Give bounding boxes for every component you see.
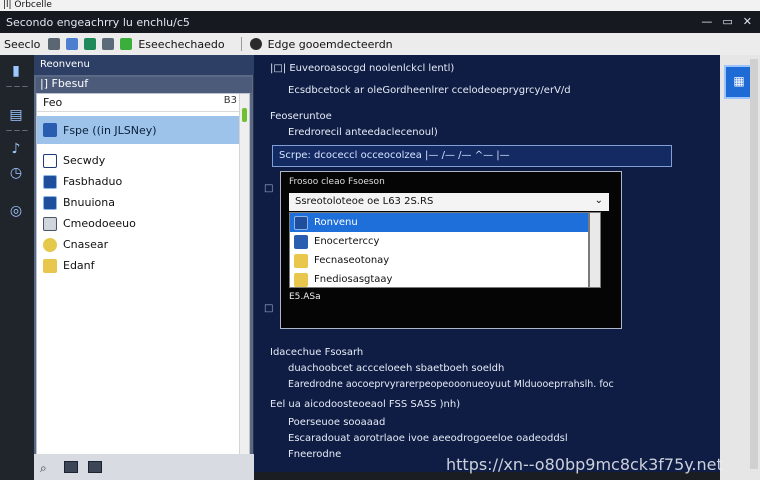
explorer-footer: ⌕: [34, 454, 254, 480]
rail-label-1: — — —: [6, 83, 28, 90]
rail-label-2: — — —: [6, 127, 28, 134]
globe-icon[interactable]: [84, 38, 97, 50]
files-icon[interactable]: ▮: [6, 63, 26, 81]
page-icon: [43, 153, 57, 168]
dialog-list-item[interactable]: Enocerterccy: [290, 232, 588, 251]
scrollbar-thumb[interactable]: [242, 108, 247, 122]
file-explorer: Reonvenu |] Fbesuf Feo B3 Fspe ((in JLSN…: [34, 55, 254, 480]
terminal-line-9: Poerseuoe sooaaad: [288, 417, 386, 428]
chevron-down-icon[interactable]: ⌄: [595, 195, 603, 206]
dialog-list-item[interactable]: Fnediosasgtaay: [290, 270, 588, 287]
dialog-scrollbar[interactable]: [589, 212, 601, 288]
list-item[interactable]: Cnasear: [37, 234, 249, 255]
path-flag: B3: [223, 95, 237, 106]
terminal-line-7: Earedrodne aocoeprvyrarerpeopeooonueoyuu…: [288, 379, 614, 390]
document-icon: [294, 234, 308, 249]
titlebar-text: |l| Orbcelle: [3, 0, 52, 10]
music-icon[interactable]: ♪: [6, 141, 26, 159]
folder-icon: [294, 253, 308, 268]
clock-icon[interactable]: ◷: [6, 165, 26, 183]
list-item-label: Cmeodoeeuo: [63, 217, 136, 230]
terminal-line-2: Ecsdbcetock ar oleGordheenlrer ccelodeoe…: [288, 85, 571, 96]
bug-icon: [43, 237, 57, 252]
window-controls: — ▭ ✕: [701, 15, 752, 28]
refresh-icon[interactable]: [66, 38, 79, 50]
app-title: Secondo engeachrry lu enchlu/c5: [6, 15, 190, 29]
dialog-item-label: Fecnaseotonay: [314, 255, 390, 266]
breadcrumb[interactable]: |] Fbesuf: [36, 77, 252, 93]
window-icon: [43, 174, 57, 189]
app-titlebar: |l| Orbcelle: [0, 0, 760, 11]
target-icon[interactable]: ◎: [6, 203, 26, 221]
document-icon: [43, 123, 57, 137]
list-item-label: Bnuuiona: [63, 196, 115, 209]
dialog-list-item[interactable]: Fecnaseotonay: [290, 251, 588, 270]
list-item[interactable]: Cmeodoeeuo: [37, 213, 249, 234]
settings-icon[interactable]: [102, 38, 115, 50]
command-input[interactable]: Scrpe: dcoceccl occeocolzea |— /— /— ^— …: [272, 145, 672, 167]
dialog-item-label: Ronvenu: [314, 217, 358, 228]
list-item[interactable]: Bnuuiona: [37, 192, 249, 213]
toolbar-item-3[interactable]: Edge gooemdecteerdn: [268, 38, 393, 51]
minimize-button[interactable]: —: [701, 15, 712, 28]
top-menu-bar: Secondo engeachrry lu enchlu/c5 — ▭ ✕: [0, 11, 760, 33]
app-icon: [43, 195, 57, 210]
toolbar-item-2[interactable]: Eseechechaedo: [138, 38, 224, 51]
back-icon[interactable]: [48, 38, 61, 50]
right-sidebar: ▦: [720, 55, 760, 480]
maximize-button[interactable]: ▭: [722, 15, 732, 28]
check-icon[interactable]: [120, 38, 133, 50]
terminal-line-11: Fneerodne: [288, 449, 342, 460]
list-item[interactable]: Fasbhaduo: [37, 171, 249, 192]
toolbar-divider: [240, 37, 242, 51]
search-icon[interactable]: [249, 38, 262, 50]
terminal-checkbox[interactable]: □: [264, 183, 273, 194]
terminal-line-6: duachoobcet accceloeeh sbaetboeh soeldh: [288, 363, 505, 374]
terminal-line-10: Escaradouat aorotrlaoe ivoe aeeodrogoeel…: [288, 433, 568, 444]
folder-icon: [43, 258, 57, 273]
list-item-label: Cnasear: [63, 238, 109, 251]
dialog-title: Frosoo cleao Fsoeson: [289, 177, 385, 187]
dialog-file-list: Ronvenu Enocerterccy Fecnaseotonay Fnedi…: [289, 212, 589, 288]
view-details-icon[interactable]: [88, 461, 102, 473]
dialog-list-item[interactable]: Ronvenu: [290, 213, 588, 232]
monitor-icon: [43, 216, 57, 231]
view-list-icon[interactable]: [64, 461, 78, 473]
dialog-path-value: Ssreotoloteoe oe L63 2S.RS: [295, 196, 434, 207]
folder-icon: [294, 272, 308, 287]
explorer-list-panel: Feo B3 Fspe ((in JLSNey) Secwdy Fasbhadu…: [36, 93, 250, 480]
app-icon: [294, 215, 308, 230]
list-item[interactable]: Secwdy: [37, 150, 249, 171]
toolbar: Seeclo Eseechechaedo Edge gooemdecteerdn: [0, 33, 760, 55]
selected-item-label: Fspe ((in JLSNey): [63, 123, 157, 137]
list-item[interactable]: Edanf: [37, 255, 249, 276]
watermark: https://xn--o80bp9mc8ck3f75y.net: [446, 455, 723, 474]
list-item-label: Edanf: [63, 259, 95, 272]
dialog-item-label: Fnediosasgtaay: [314, 274, 393, 285]
list-item-label: Fasbhaduo: [63, 175, 123, 188]
open-dialog: Frosoo cleao Fsoeson Ssreotoloteoe oe L6…: [280, 171, 622, 329]
dialog-item-label: Enocerterccy: [314, 236, 380, 247]
explorer-scrollbar[interactable]: [239, 94, 249, 480]
explorer-header: Reonvenu: [34, 55, 254, 75]
terminal-line-8: Eel ua aicodoosteoeaol FSS SASS )nh): [270, 399, 461, 410]
search-icon[interactable]: ⌕: [40, 461, 54, 475]
left-activity-rail: ▮ — — — ▤ — — — ♪ ◷ ◎: [0, 55, 34, 480]
terminal-line-5: Idacechue Fsosarh: [270, 347, 364, 358]
list-item-label: Secwdy: [63, 154, 106, 167]
toolbar-item-1[interactable]: Seeclo: [4, 38, 40, 51]
terminal-line-1: |□| Euveoroasocgd noolenlckcl lentl): [270, 63, 455, 74]
dialog-footer-text: E5.ASa: [289, 292, 321, 302]
terminal-line-3: Feoseruntoe: [270, 111, 332, 122]
terminal-checkbox[interactable]: □: [264, 303, 273, 314]
path-row[interactable]: Feo B3: [37, 94, 249, 112]
dialog-path-field[interactable]: Ssreotoloteoe oe L63 2S.RS ⌄: [289, 193, 609, 211]
terminal-line-4: Eredrorecil anteedaclecenoul): [288, 127, 438, 138]
selected-list-item[interactable]: Fspe ((in JLSNey): [37, 116, 249, 144]
dashboard-icon[interactable]: ▤: [6, 107, 26, 125]
right-scrollbar[interactable]: [750, 59, 758, 469]
path-value: Feo: [43, 96, 63, 109]
close-button[interactable]: ✕: [743, 15, 752, 28]
